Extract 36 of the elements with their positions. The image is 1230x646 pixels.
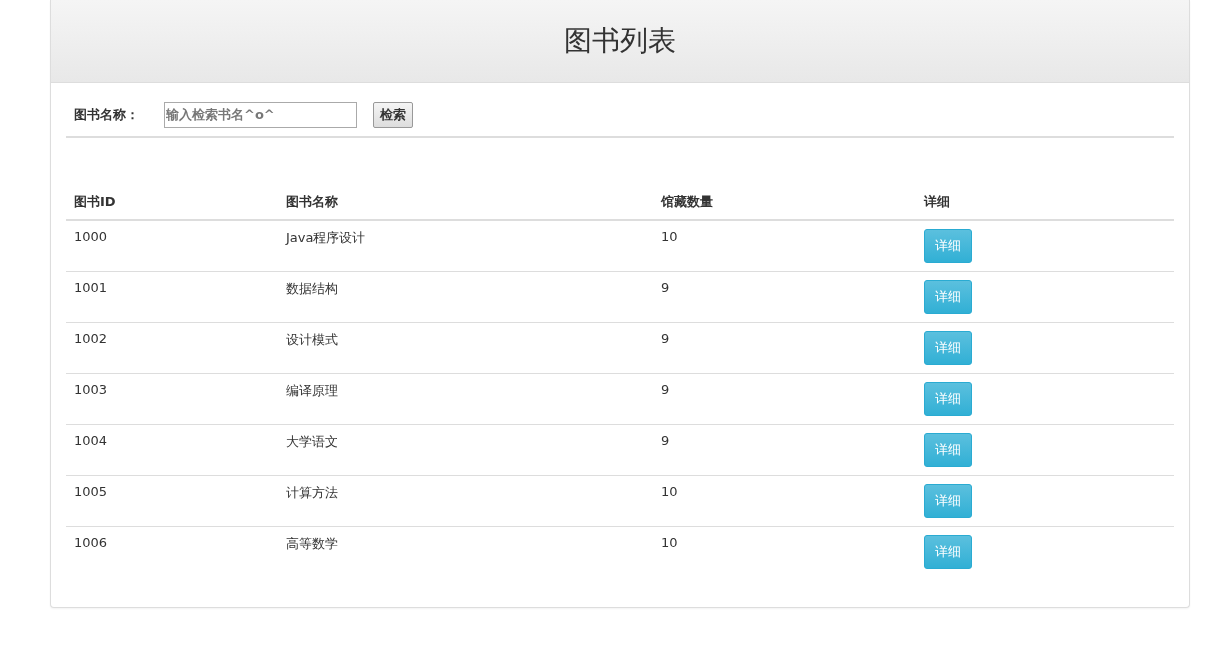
table-cell: 9	[653, 373, 916, 425]
table-cell: 数据结构	[278, 271, 653, 323]
column-header: 详细	[916, 185, 1174, 220]
column-header: 图书ID	[66, 185, 278, 220]
table-cell: 9	[653, 424, 916, 476]
details-button[interactable]: 详细	[924, 535, 972, 569]
table-cell: 编译原理	[278, 373, 653, 425]
table-cell: 1004	[66, 424, 278, 476]
table-cell: 高等数学	[278, 526, 653, 577]
table-cell: 10	[653, 526, 916, 577]
column-header: 图书名称	[278, 185, 653, 220]
table-cell: 9	[653, 271, 916, 323]
table-cell: 1002	[66, 322, 278, 374]
details-button[interactable]: 详细	[924, 433, 972, 467]
table-cell: 1005	[66, 475, 278, 527]
details-button[interactable]: 详细	[924, 280, 972, 314]
panel-title: 图书列表	[564, 23, 676, 59]
search-button[interactable]: 检索	[373, 101, 413, 128]
table-cell: 1003	[66, 373, 278, 425]
table-cell: 9	[653, 322, 916, 374]
table-cell: Java程序设计	[278, 220, 653, 272]
search-field[interactable]: 输入检索书名^o^	[164, 101, 357, 128]
details-button[interactable]: 详细	[924, 484, 972, 518]
table-cell: 1006	[66, 526, 278, 577]
table-cell: 设计模式	[278, 322, 653, 374]
table-cell: 计算方法	[278, 475, 653, 527]
table-cell: 大学语文	[278, 424, 653, 476]
column-header: 馆藏数量	[653, 185, 916, 220]
table-cell: 10	[653, 220, 916, 272]
details-button[interactable]: 详细	[924, 331, 972, 365]
table-cell: 1001	[66, 271, 278, 323]
details-button[interactable]: 详细	[924, 382, 972, 416]
table-cell: 10	[653, 475, 916, 527]
table-cell: 1000	[66, 220, 278, 272]
details-button[interactable]: 详细	[924, 229, 972, 263]
search-label: 图书名称：	[74, 105, 140, 124]
